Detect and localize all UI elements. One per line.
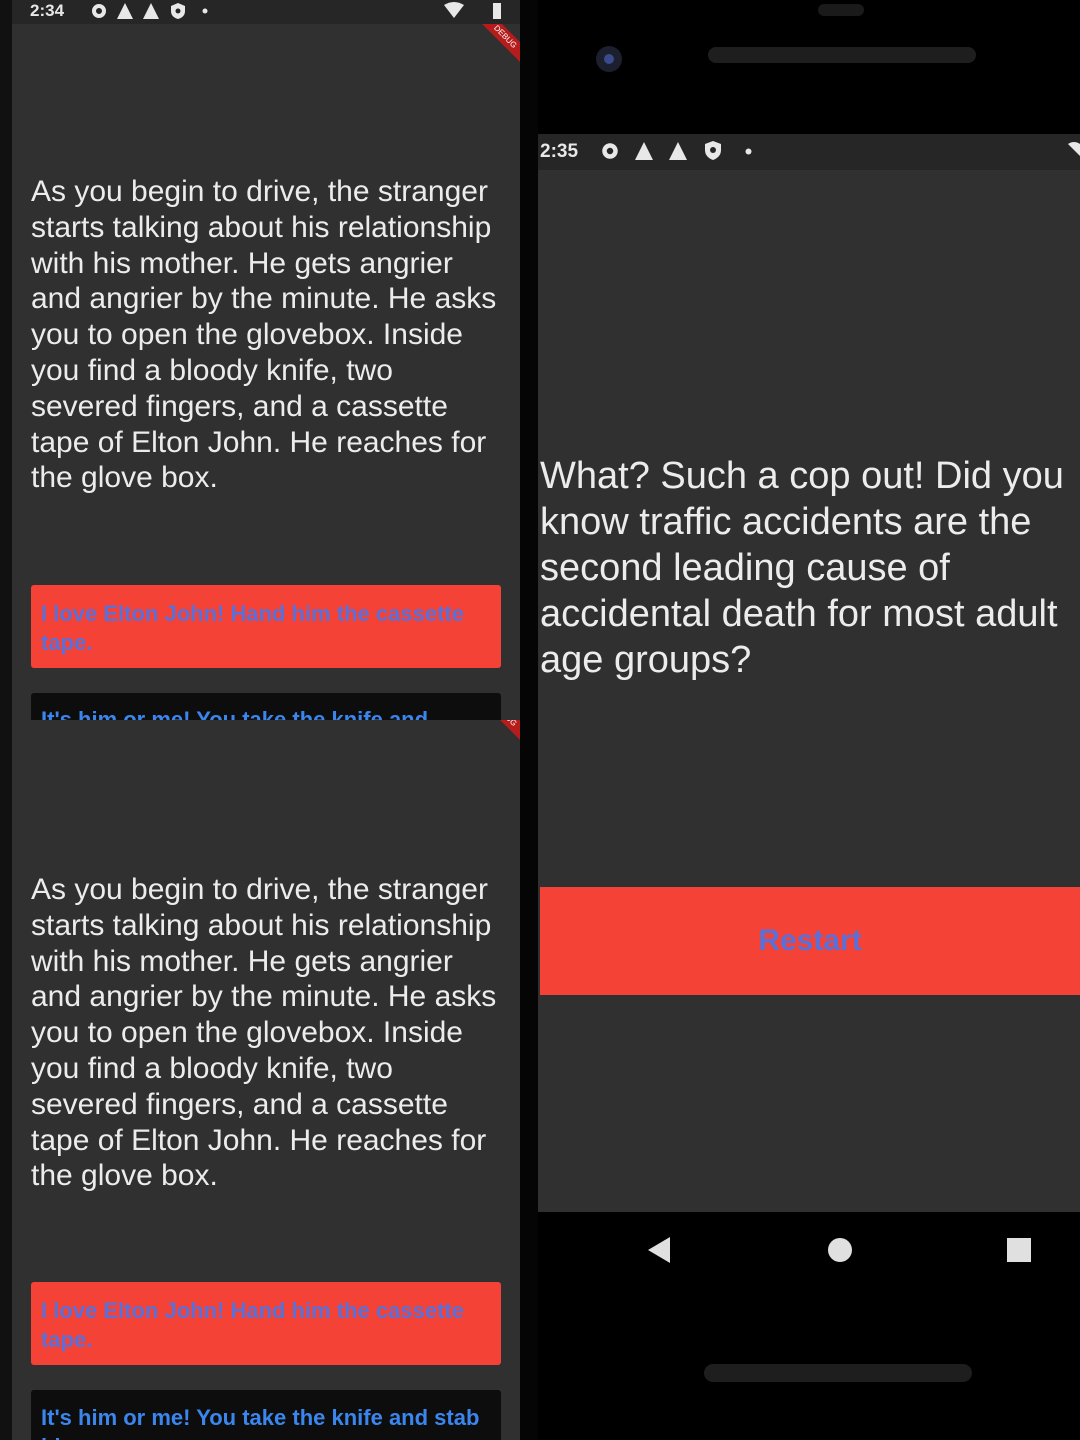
debug-banner: DEBUG: [468, 24, 520, 74]
choice-1-button-2[interactable]: I love Elton John! Hand him the cassette…: [31, 1282, 501, 1365]
alert-icon: [117, 3, 133, 19]
choice-1-label-2: I love Elton John! Hand him the cassette…: [41, 1298, 464, 1352]
right-device: 2:35 What? Such a cop out! Did you know …: [538, 0, 1080, 1440]
speaker-grille: [818, 4, 864, 16]
battery-icon: [493, 3, 501, 19]
left-top-device: 2:34 DEBUG As you begin to drive, the st…: [0, 0, 538, 720]
settings-icon-right: [602, 143, 618, 159]
alert-icon-right-2: [669, 142, 687, 160]
dot-icon: [202, 8, 208, 14]
wifi-icon: [444, 2, 464, 18]
choice-2-label: It's him or me! You take the knife and: [41, 707, 429, 720]
shield-icon: [171, 3, 185, 19]
choice-1-button[interactable]: I love Elton John! Hand him the cassette…: [31, 585, 501, 668]
earpiece: [708, 47, 976, 63]
bezel-right-2: [520, 720, 538, 1440]
choice-2-label-2: It's him or me! You take the knife and s…: [41, 1405, 480, 1440]
alert-icon-2: [143, 3, 159, 19]
recents-icon[interactable]: [1006, 1237, 1032, 1263]
home-icon[interactable]: [827, 1237, 853, 1263]
dot-icon-right: [745, 148, 752, 155]
bezel-right: [520, 0, 538, 720]
status-time-right: 2:35: [540, 141, 579, 162]
restart-label: Restart: [758, 924, 862, 957]
wifi-icon-right: [1068, 142, 1080, 156]
outcome-text: What? Such a cop out! Did you know traff…: [540, 455, 1064, 681]
settings-icon: [92, 4, 106, 18]
status-time: 2:34: [30, 1, 65, 20]
front-camera-icon: [596, 46, 622, 72]
alert-icon-right: [635, 142, 653, 160]
shield-icon-right: [705, 141, 721, 160]
chin-speaker: [704, 1364, 972, 1382]
screen-panel-right: What? Such a cop out! Did you know traff…: [538, 170, 1080, 1212]
left-bottom-device: DEBUG As you begin to drive, the strange…: [0, 720, 538, 1440]
choice-2-button-2[interactable]: It's him or me! You take the knife and s…: [31, 1390, 501, 1440]
story-text: As you begin to drive, the stranger star…: [31, 175, 497, 495]
back-icon[interactable]: [646, 1236, 672, 1264]
choice-1-label: I love Elton John! Hand him the cassette…: [41, 601, 464, 655]
status-bar: 2:34: [12, 0, 520, 24]
screen-panel: DEBUG As you begin to drive, the strange…: [12, 24, 520, 720]
navigation-bar: [538, 1212, 1080, 1288]
screen-panel-2: DEBUG As you begin to drive, the strange…: [12, 720, 520, 1440]
restart-button[interactable]: Restart: [540, 887, 1080, 995]
status-bar-right: 2:35: [538, 134, 1080, 170]
debug-banner-2: DEBUG: [468, 720, 520, 752]
story-text-2: As you begin to drive, the stranger star…: [31, 873, 497, 1193]
choice-2-button[interactable]: It's him or me! You take the knife and: [31, 693, 501, 720]
